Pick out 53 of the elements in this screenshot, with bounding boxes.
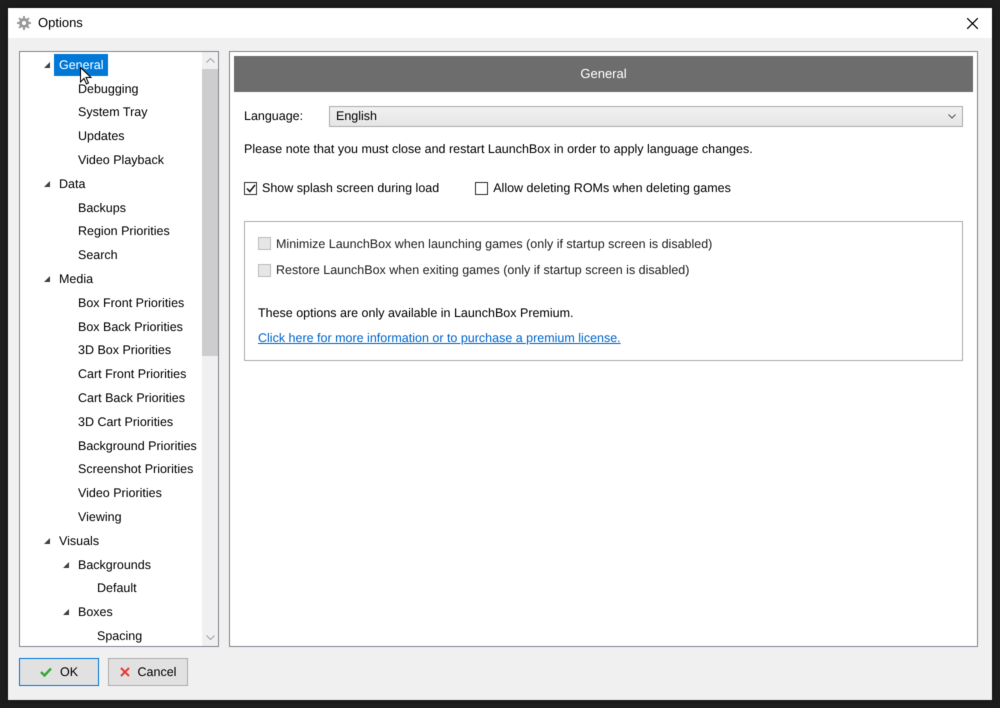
language-note: Please note that you must close and restart LaunchBox in order to apply language changes.: [244, 141, 754, 158]
checkbox[interactable]: [244, 182, 257, 195]
premium-note: These options are only available in LaunchBox Premium.: [258, 305, 574, 322]
tree-item[interactable]: Cart Back Priorities: [73, 387, 190, 410]
close-icon: [966, 18, 978, 28]
tree-item[interactable]: Media: [54, 268, 98, 290]
tree-item[interactable]: 3D Cart Priorities: [73, 410, 178, 433]
premium-license-link[interactable]: Click here for more information or to purchase a premium license.: [258, 330, 621, 345]
x-icon: [120, 667, 130, 677]
tree-item[interactable]: Search: [73, 244, 123, 266]
tree-item[interactable]: Debugging: [73, 78, 144, 100]
tree-item[interactable]: Default: [92, 577, 142, 600]
language-dropdown[interactable]: English: [329, 106, 963, 127]
checkbox[interactable]: [475, 182, 488, 195]
panel-header: General: [234, 56, 973, 92]
tree-item[interactable]: Video Playback: [73, 149, 169, 172]
checkbox-label: Allow deleting ROMs when deleting games: [493, 180, 731, 197]
tree-item[interactable]: Viewing: [73, 506, 127, 528]
chevron-down-icon: [948, 114, 956, 119]
tree-item[interactable]: Background Priorities: [73, 434, 202, 457]
tree-item[interactable]: Screenshot Priorities: [73, 458, 198, 480]
checkbox-label: Show splash screen during load: [262, 180, 440, 197]
tree-item[interactable]: Box Back Priorities: [73, 316, 188, 338]
tree-item[interactable]: Data: [54, 172, 90, 195]
ok-button[interactable]: OK: [19, 658, 99, 686]
language-label: Language:: [244, 108, 304, 126]
expanded-icon[interactable]: [63, 609, 69, 616]
scrollbar[interactable]: [202, 52, 218, 646]
tree-item[interactable]: Spacing: [92, 625, 148, 646]
checkbox-label: Restore LaunchBox when exiting games (only if startup screen is disabled): [276, 262, 690, 280]
tree-item[interactable]: Updates: [73, 125, 130, 148]
expanded-icon[interactable]: [44, 62, 50, 68]
expanded-icon[interactable]: [63, 562, 69, 568]
tree-item[interactable]: Backgrounds: [73, 554, 156, 576]
checkbox-label: Minimize LaunchBox when launching games (only if startup screen is disabled): [276, 236, 712, 253]
window-title: Options: [38, 14, 83, 32]
expanded-icon[interactable]: [44, 538, 50, 544]
tree-item[interactable]: Box Front Priorities: [73, 292, 190, 314]
tree-item[interactable]: Video Priorities: [73, 482, 167, 504]
scroll-thumb[interactable]: [202, 69, 218, 356]
tree-item[interactable]: 3D Box Priorities: [73, 339, 176, 362]
cancel-button[interactable]: Cancel: [108, 658, 188, 686]
tree-item[interactable]: Boxes: [73, 601, 118, 624]
tree-item[interactable]: General: [54, 54, 108, 76]
tree-item[interactable]: Cart Front Priorities: [73, 363, 192, 386]
tree-item[interactable]: Backups: [73, 196, 131, 219]
gear-icon: [17, 16, 31, 30]
expanded-icon[interactable]: [44, 276, 50, 282]
expanded-icon[interactable]: [44, 180, 50, 187]
tree-item[interactable]: System Tray: [73, 101, 152, 124]
tree-item[interactable]: Visuals: [54, 530, 104, 552]
checkmark-icon: [40, 667, 52, 677]
tree-item[interactable]: Region Priorities: [73, 220, 175, 242]
